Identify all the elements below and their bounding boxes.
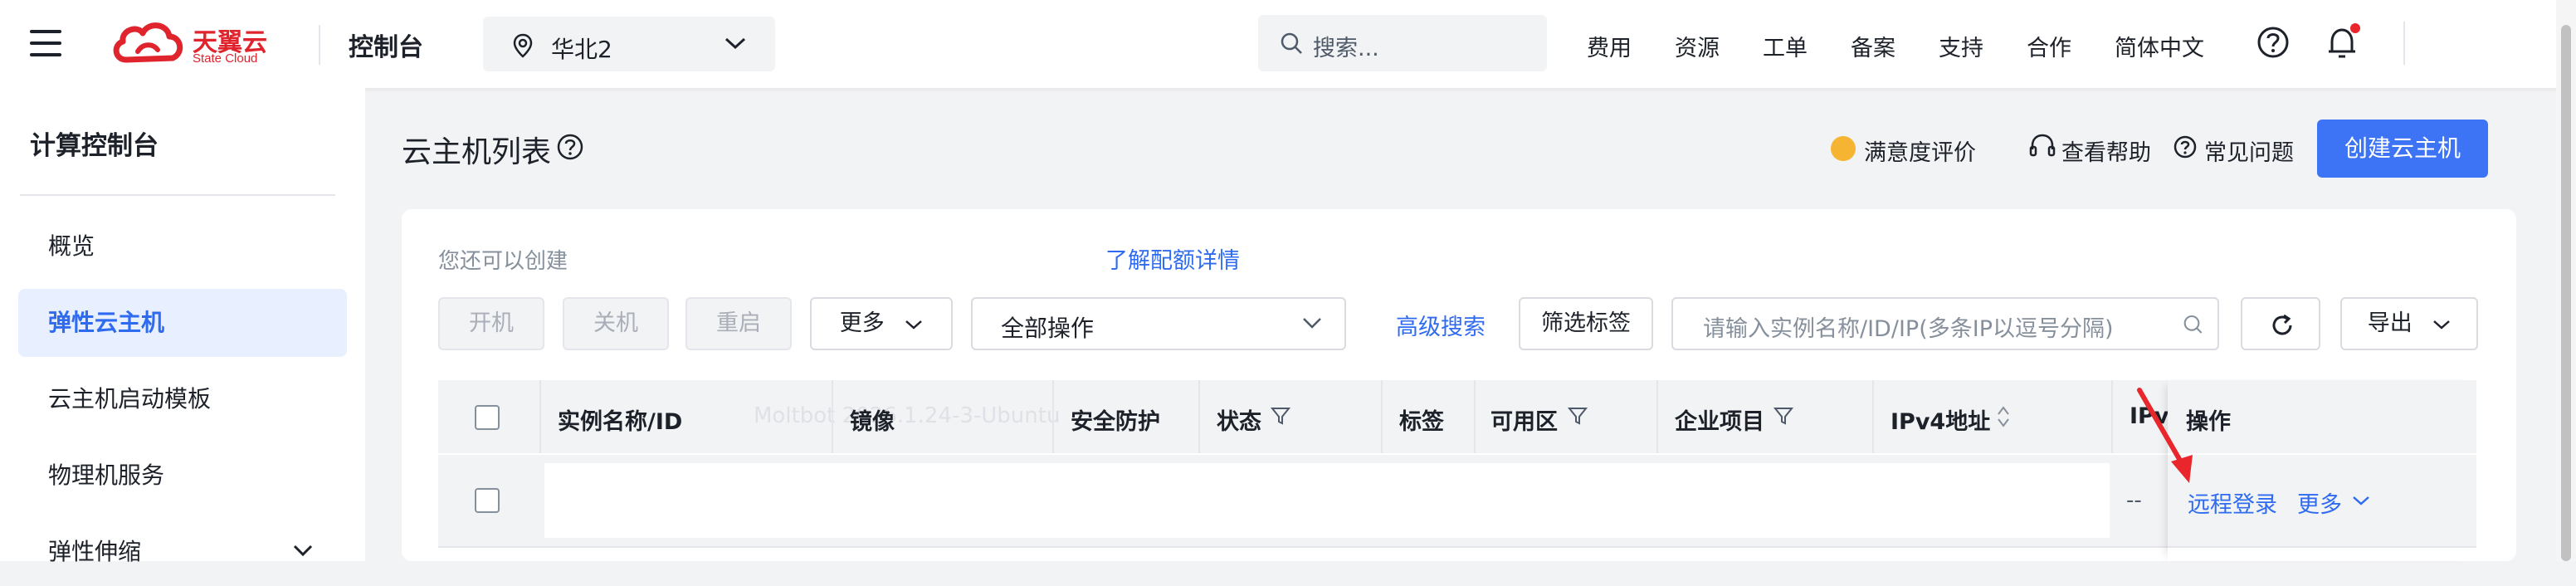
chevron-down-icon [2433,320,2451,330]
ipv6-value: -- [2126,488,2142,513]
satisfaction-rating-link[interactable]: 满意度评价 [1864,134,1976,167]
sidebar-item-label: 弹性伸缩 [48,538,142,565]
column-divider [539,380,541,453]
col-image: 镜像 [850,409,895,435]
search-icon [1281,32,1302,54]
logo[interactable]: 天翼云 State Cloud [110,18,284,70]
column-divider [1656,380,1658,453]
row-content-area [544,463,2110,538]
nav-filing[interactable]: 备案 [1851,30,1895,62]
all-operations-select[interactable]: 全部操作 [971,297,1346,350]
nav-support[interactable]: 支持 [1939,30,1983,62]
hamburger-menu-icon[interactable] [30,30,61,56]
row-checkbox[interactable] [475,488,500,513]
stop-button[interactable]: 关机 [563,297,669,350]
cloud-logo-icon [113,22,183,63]
col-status: 状态 [1217,409,1261,435]
export-button[interactable]: 导出 [2340,297,2478,350]
column-divider [1474,380,1476,453]
sidebar: 计算控制台 概览 弹性云主机 云主机启动模板 物理机服务 弹性伸缩 [0,88,365,565]
col-ipv4: IPv4地址 [1891,409,1991,435]
column-divider [832,380,833,453]
header-divider [319,25,320,65]
sort-icon[interactable] [1995,403,2012,430]
remote-login-link[interactable]: 远程登录 [2188,486,2277,519]
column-divider [1872,380,1874,453]
chevron-down-icon [293,544,313,557]
nav-resources[interactable]: 资源 [1675,30,1720,62]
advanced-search-link[interactable]: 高级搜索 [1396,309,1486,341]
nav-language[interactable]: 简体中文 [2115,30,2204,62]
top-navigation-bar: 天翼云 State Cloud 控制台 华北2 搜索... 费用 资源 工单 备… [0,0,2576,88]
annotation-arrow-icon [2137,388,2193,483]
sidebar-title: 计算控制台 [30,131,159,161]
start-button[interactable]: 开机 [438,297,544,350]
sidebar-item-launch-template[interactable]: 云主机启动模板 [18,365,347,433]
view-help-link[interactable]: 查看帮助 [2061,134,2151,167]
sidebar-item-overview[interactable]: 概览 [18,212,347,281]
create-instance-button[interactable]: 创建云主机 [2317,120,2488,178]
nav-partners[interactable]: 合作 [2027,30,2071,62]
quota-remaining-text: 您还可以创建 [438,249,568,274]
filter-tags-button[interactable]: 筛选标签 [1519,297,1653,350]
logo-english-text: State Cloud [193,51,258,66]
sidebar-item-bare-metal[interactable]: 物理机服务 [18,442,347,510]
all-operations-value: 全部操作 [1001,315,1095,342]
col-enterprise-project: 企业项目 [1675,409,1764,435]
row-more-link[interactable]: 更多 [2297,486,2342,519]
refresh-icon [2272,314,2292,335]
page-title: 云主机列表 [402,135,552,169]
column-divider [1198,380,1200,453]
col-tags: 标签 [1399,409,1444,435]
col-instance-name: 实例名称/ID [558,409,683,435]
export-label: 导出 [2367,310,2413,336]
instance-search-input[interactable]: 请输入实例名称/ID/IP(多条IP以逗号分隔) [1671,297,2219,350]
chevron-down-icon [1303,318,1321,329]
column-divider [1052,380,1054,453]
select-all-checkbox[interactable] [475,405,500,430]
column-divider [1381,380,1383,453]
region-label: 华北2 [551,36,612,63]
location-pin-icon [513,33,533,58]
page-scrollbar[interactable] [2556,0,2576,561]
sidebar-item-auto-scaling[interactable]: 弹性伸缩 [18,518,347,586]
help-circle-icon[interactable] [2256,25,2291,60]
more-actions-button[interactable]: 更多 [810,297,953,350]
headset-icon [2029,134,2056,157]
faq-link[interactable]: 常见问题 [2204,134,2294,167]
filter-funnel-icon[interactable] [1773,405,1794,427]
notification-bell-icon[interactable] [2324,23,2364,63]
header-divider-right [2403,22,2405,65]
restart-button[interactable]: 重启 [685,297,792,350]
sidebar-divider [20,194,335,196]
global-search-input[interactable]: 搜索... [1258,15,1547,71]
chevron-down-icon [724,37,746,50]
refresh-button[interactable] [2241,297,2320,350]
filter-funnel-icon[interactable] [1567,405,1588,427]
console-title[interactable]: 控制台 [349,27,423,63]
nav-fees[interactable]: 费用 [1587,30,1632,62]
region-selector[interactable]: 华北2 [483,17,775,71]
col-security: 安全防护 [1071,409,1160,435]
sidebar-item-ecs[interactable]: 弹性云主机 [18,289,347,357]
instance-search-placeholder: 请输入实例名称/ID/IP(多条IP以逗号分隔) [1703,316,2114,342]
question-circle-icon [2174,135,2197,159]
chevron-down-icon [2353,496,2369,505]
ghost-image-text: Moltbot 2026.1.24-3-Ubuntu [754,403,1061,428]
chevron-down-icon [905,320,923,330]
more-actions-label: 更多 [839,310,885,336]
help-circle-icon[interactable] [556,133,584,161]
nav-tickets[interactable]: 工单 [1763,30,1808,62]
quota-details-link[interactable]: 了解配额详情 [1105,242,1240,275]
col-zone: 可用区 [1490,409,1558,435]
scrollbar-thumb[interactable] [2561,25,2571,561]
global-search-placeholder: 搜索... [1313,36,1379,61]
smiley-face-icon [1831,136,1856,161]
column-divider [2111,380,2113,453]
filter-funnel-icon[interactable] [1270,405,1291,427]
search-icon [2174,312,2204,337]
